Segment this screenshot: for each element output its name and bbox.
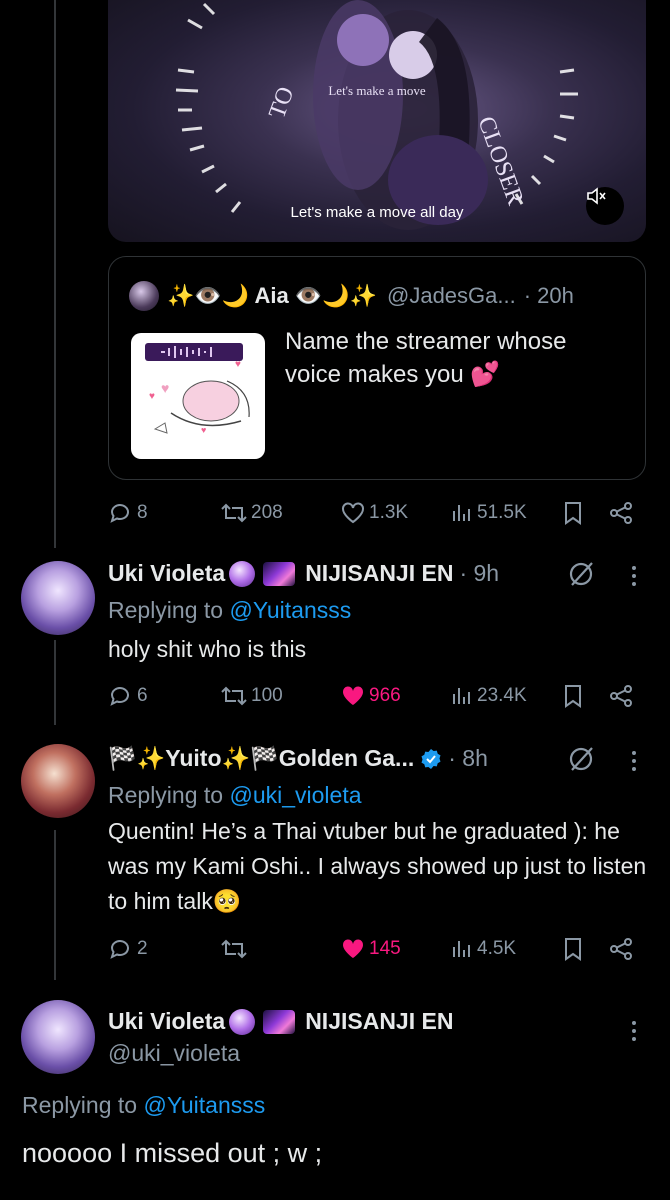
more-options-icon[interactable] xyxy=(631,1021,637,1041)
quoted-post-text: Name the streamer whose voice makes you … xyxy=(285,328,567,388)
post-actions: 8 208 1.3K 51.5K xyxy=(108,498,638,528)
like-count: 1.3K xyxy=(369,502,409,523)
avatar[interactable] xyxy=(21,744,95,818)
repost-count: 208 xyxy=(251,502,283,523)
galaxy-badge-icon xyxy=(263,1009,296,1034)
view-count: 51.5K xyxy=(477,502,527,523)
video-overlay-text: Let's make a move xyxy=(328,83,426,98)
avatar[interactable] xyxy=(129,281,159,311)
reply-icon xyxy=(110,504,129,523)
quoted-post-image[interactable]: ♥ ♥ ♥ ♥ xyxy=(131,333,265,459)
repost-icon xyxy=(221,939,247,959)
post-time: · 9h xyxy=(459,560,500,586)
views-button[interactable]: 51.5K xyxy=(450,498,527,528)
svg-text:♥: ♥ xyxy=(201,425,206,435)
share-icon[interactable] xyxy=(608,681,637,711)
reply-count: 2 xyxy=(137,938,148,959)
like-button[interactable]: 966 xyxy=(340,681,401,711)
reply-icon xyxy=(110,687,129,706)
repost-count: 100 xyxy=(251,685,283,706)
author-name[interactable]: 🏁✨Yuito✨🏁Golden Ga... xyxy=(108,745,414,772)
mention-link[interactable]: @Yuitansss xyxy=(229,597,351,623)
reply-count: 6 xyxy=(137,685,148,706)
quoted-author-name[interactable]: ✨👁️🌙 Aia 👁️🌙✨ xyxy=(167,283,377,309)
crystal-ball-icon xyxy=(229,1008,256,1035)
view-count: 4.5K xyxy=(477,938,517,959)
reply-button[interactable]: 6 xyxy=(108,681,148,711)
view-count: 23.4K xyxy=(477,685,527,706)
repost-button[interactable]: 100 xyxy=(220,681,283,711)
reply-icon xyxy=(110,940,129,959)
avatar[interactable] xyxy=(21,561,95,635)
grok-icon[interactable] xyxy=(566,559,596,589)
focused-post-header: Uki Violeta NIJISANJI EN xyxy=(108,1008,453,1035)
quoted-post-header: ✨👁️🌙 Aia 👁️🌙✨ @JadesGa... · 20h xyxy=(129,281,574,311)
views-icon xyxy=(453,941,470,957)
quoted-author-handle[interactable]: @JadesGa... xyxy=(387,283,516,309)
views-button[interactable]: 23.4K xyxy=(450,681,527,711)
reply-count: 8 xyxy=(137,502,148,523)
post-time: · 8h xyxy=(448,745,488,771)
crystal-ball-icon xyxy=(229,560,256,587)
author-name[interactable]: Uki Violeta xyxy=(108,560,225,587)
reply-actions: 2 145 4.5K xyxy=(108,934,638,964)
grok-icon[interactable] xyxy=(566,744,596,774)
views-icon xyxy=(453,505,470,521)
like-button[interactable]: 145 xyxy=(340,934,401,964)
more-options-icon[interactable] xyxy=(631,566,637,586)
reply-header: 🏁✨Yuito✨🏁Golden Ga... · 8h xyxy=(108,745,488,772)
mention-link[interactable]: @Yuitansss xyxy=(143,1092,265,1118)
reply-text: Quentin! He’s a Thai vtuber but he gradu… xyxy=(108,818,647,914)
author-name[interactable]: Uki Violeta xyxy=(108,1008,225,1035)
heart-filled-icon xyxy=(342,939,364,958)
like-count: 966 xyxy=(369,685,401,706)
views-icon xyxy=(453,688,470,704)
heart-icon xyxy=(342,502,364,524)
thread-line xyxy=(54,640,56,725)
like-button[interactable]: 1.3K xyxy=(340,498,408,528)
share-icon[interactable] xyxy=(608,934,637,964)
thread-line xyxy=(54,830,56,980)
replying-to: Replying to @Yuitansss xyxy=(22,1092,266,1118)
like-count: 145 xyxy=(369,938,401,959)
repost-icon xyxy=(221,503,247,523)
repost-button[interactable]: 208 xyxy=(220,498,283,528)
focused-post-text: nooooo I missed out ; w ; xyxy=(22,1138,323,1168)
video-player[interactable]: Let's make a move TO CLOSER Let's make a… xyxy=(108,0,646,242)
bookmark-icon[interactable] xyxy=(562,934,587,964)
share-icon[interactable] xyxy=(608,498,637,528)
views-button[interactable]: 4.5K xyxy=(450,934,516,964)
reply-button[interactable]: 8 xyxy=(108,498,148,528)
svg-text:♥: ♥ xyxy=(235,359,241,370)
verified-badge-icon xyxy=(421,748,441,769)
galaxy-badge-icon xyxy=(263,561,296,586)
repost-icon xyxy=(221,686,247,706)
replying-to: Replying to @uki_violeta xyxy=(108,782,362,808)
bookmark-icon[interactable] xyxy=(562,681,587,711)
repost-button[interactable] xyxy=(220,934,251,964)
reply-button[interactable]: 2 xyxy=(108,934,148,964)
reply-text: holy shit who is this xyxy=(108,636,307,662)
heart-filled-icon xyxy=(342,686,364,705)
author-handle[interactable]: @uki_violeta xyxy=(108,1040,240,1067)
svg-text:♥: ♥ xyxy=(161,380,169,396)
replying-to: Replying to @Yuitansss xyxy=(108,597,352,623)
thread-line xyxy=(54,0,56,548)
svg-text:TO: TO xyxy=(264,84,299,123)
mention-link[interactable]: @uki_violeta xyxy=(229,782,361,808)
more-options-icon[interactable] xyxy=(631,751,637,771)
video-caption: Let's make a move all day xyxy=(290,204,464,221)
quoted-post-time: · 20h xyxy=(523,283,574,308)
quoted-post[interactable]: ✨👁️🌙 Aia 👁️🌙✨ @JadesGa... · 20h ♥ ♥ ♥ ♥ … xyxy=(108,256,646,480)
avatar[interactable] xyxy=(21,1000,95,1074)
reply-header: Uki Violeta NIJISANJI EN · 9h xyxy=(108,560,499,587)
author-affiliation: NIJISANJI EN xyxy=(305,1008,454,1034)
author-affiliation: NIJISANJI EN xyxy=(305,560,454,586)
reply-actions: 6 100 966 23.4K xyxy=(108,681,638,711)
svg-text:♥: ♥ xyxy=(149,391,155,402)
bookmark-icon[interactable] xyxy=(562,498,587,528)
volume-mute-icon[interactable] xyxy=(586,187,624,225)
